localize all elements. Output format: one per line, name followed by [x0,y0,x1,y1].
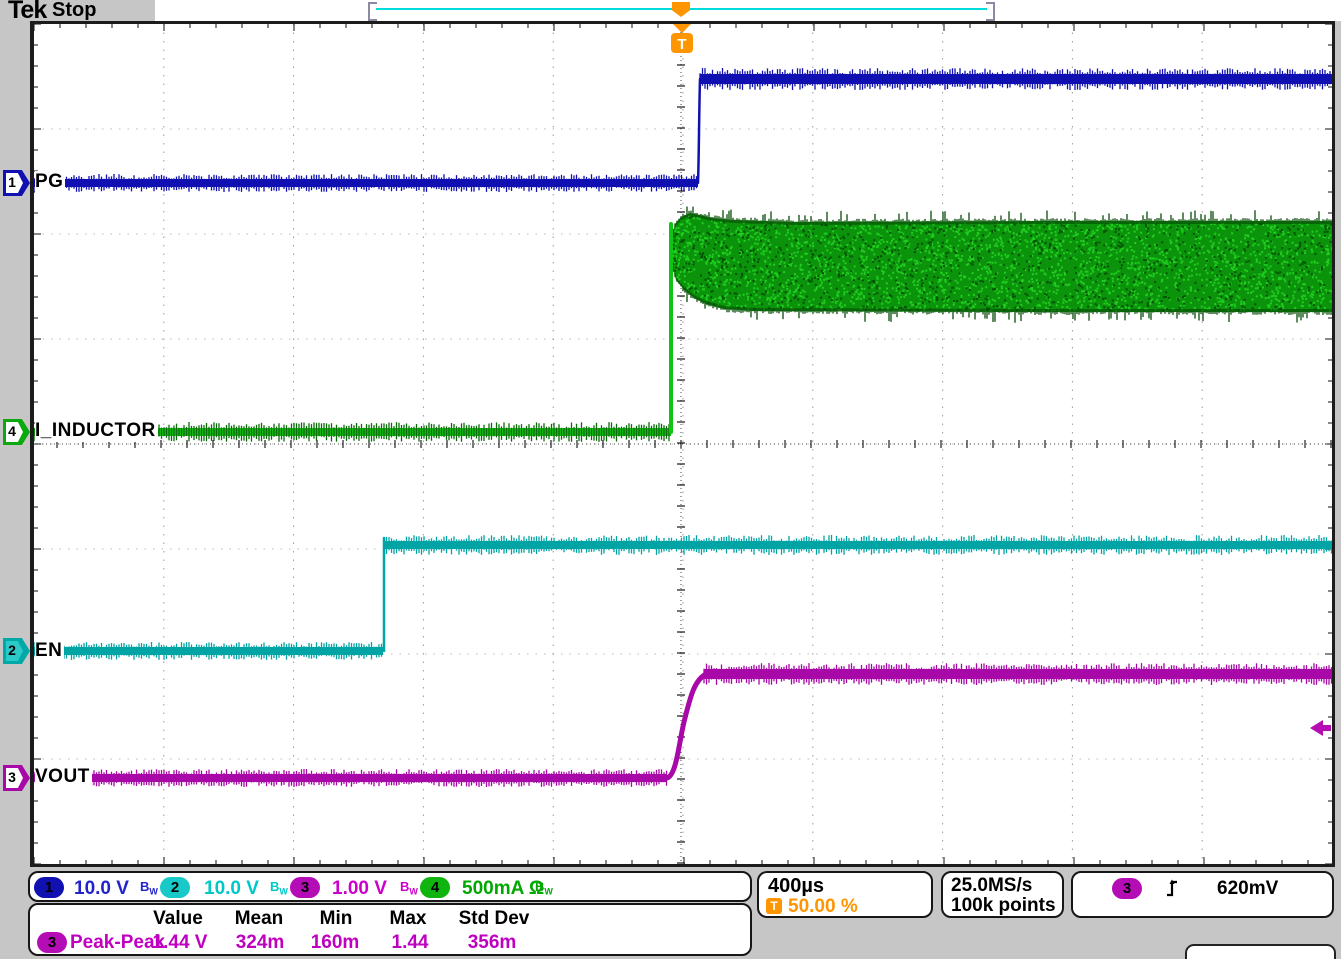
channel-1-bandwidth-icon: BW [140,879,158,897]
channel-1-marker[interactable]: 1 [3,170,30,196]
sample-rate: 25.0MS/s [951,875,1032,897]
meas-max: 1.44 [392,932,429,954]
channel-3-marker[interactable]: 3 [3,765,30,791]
channel-3-scale: 1.00 V [332,878,387,900]
acquisition-box[interactable]: 25.0MS/s 100k points [941,871,1064,918]
meas-name: Peak-Peak [70,932,165,954]
record-length: 100k points [951,895,1056,917]
channel-4-marker[interactable]: 4 [3,419,30,445]
channel-3-marker-number: 3 [3,769,21,785]
channel-4-scale: 500mA Ω [462,878,544,900]
channel-2-marker-number: 2 [3,642,21,658]
acquisition-status: Stop [52,0,96,22]
channel-1-scale: 10.0 V [74,878,129,900]
meas-header-mean: Mean [235,908,284,930]
channel-2-bandwidth-icon: BW [270,879,288,897]
channel-3-badge[interactable]: 3 [290,877,320,898]
meas-value: 1.44 V [153,932,208,954]
oscilloscope-display: Tek Stop T PG I_INDUCTOR EN VOUT 1 4 2 3… [0,0,1341,959]
trigger-t-icon: T [766,898,782,914]
meas-header-max: Max [390,908,427,930]
channel-readout-box[interactable]: 1 10.0 V BW 2 10.0 V BW 3 1.00 V BW 4 50… [28,871,752,902]
meas-header-min: Min [320,908,353,930]
channel-1-marker-number: 1 [3,174,21,190]
channel-1-badge[interactable]: 1 [34,877,64,898]
timebase-box[interactable]: 400µs T 50.00 % [757,871,933,918]
trigger-level: 620mV [1217,878,1278,900]
channel-4-badge[interactable]: 4 [420,877,450,898]
waveform-display-area: T [30,21,1335,867]
channel-2-marker[interactable]: 2 [3,638,30,664]
meas-header-value: Value [153,908,203,930]
record-view-left-bracket-icon [368,2,377,21]
meas-header-stddev: Std Dev [459,908,530,930]
clipped-info-box [1185,944,1336,959]
meas-stddev: 356m [468,932,517,954]
channel-3-bandwidth-icon: BW [400,879,418,897]
waveform-label-i-inductor: I_INDUCTOR [35,420,158,442]
waveform-label-en: EN [35,640,64,662]
meas-source-badge: 3 [37,932,67,953]
channel-2-scale: 10.0 V [204,878,259,900]
measurement-box[interactable]: Value Mean Min Max Std Dev 3 Peak-Peak 1… [28,903,752,956]
timebase-scale: 400µs [768,875,824,898]
channel-4-marker-number: 4 [3,423,21,439]
trigger-box[interactable]: 3 620mV [1071,871,1334,918]
record-view-right-bracket-icon [986,2,995,21]
meas-min: 160m [311,932,360,954]
svg-text:T: T [677,36,686,53]
waveform-plot: T [34,24,1332,864]
trigger-source-badge: 3 [1112,878,1142,899]
waveform-label-pg: PG [35,171,65,193]
rising-edge-icon [1165,878,1179,898]
waveform-label-vout: VOUT [35,766,92,788]
trigger-position-percent: 50.00 % [788,896,858,918]
channel-4-bandwidth-icon: BW [535,879,553,897]
channel-2-badge[interactable]: 2 [160,877,190,898]
meas-mean: 324m [236,932,285,954]
